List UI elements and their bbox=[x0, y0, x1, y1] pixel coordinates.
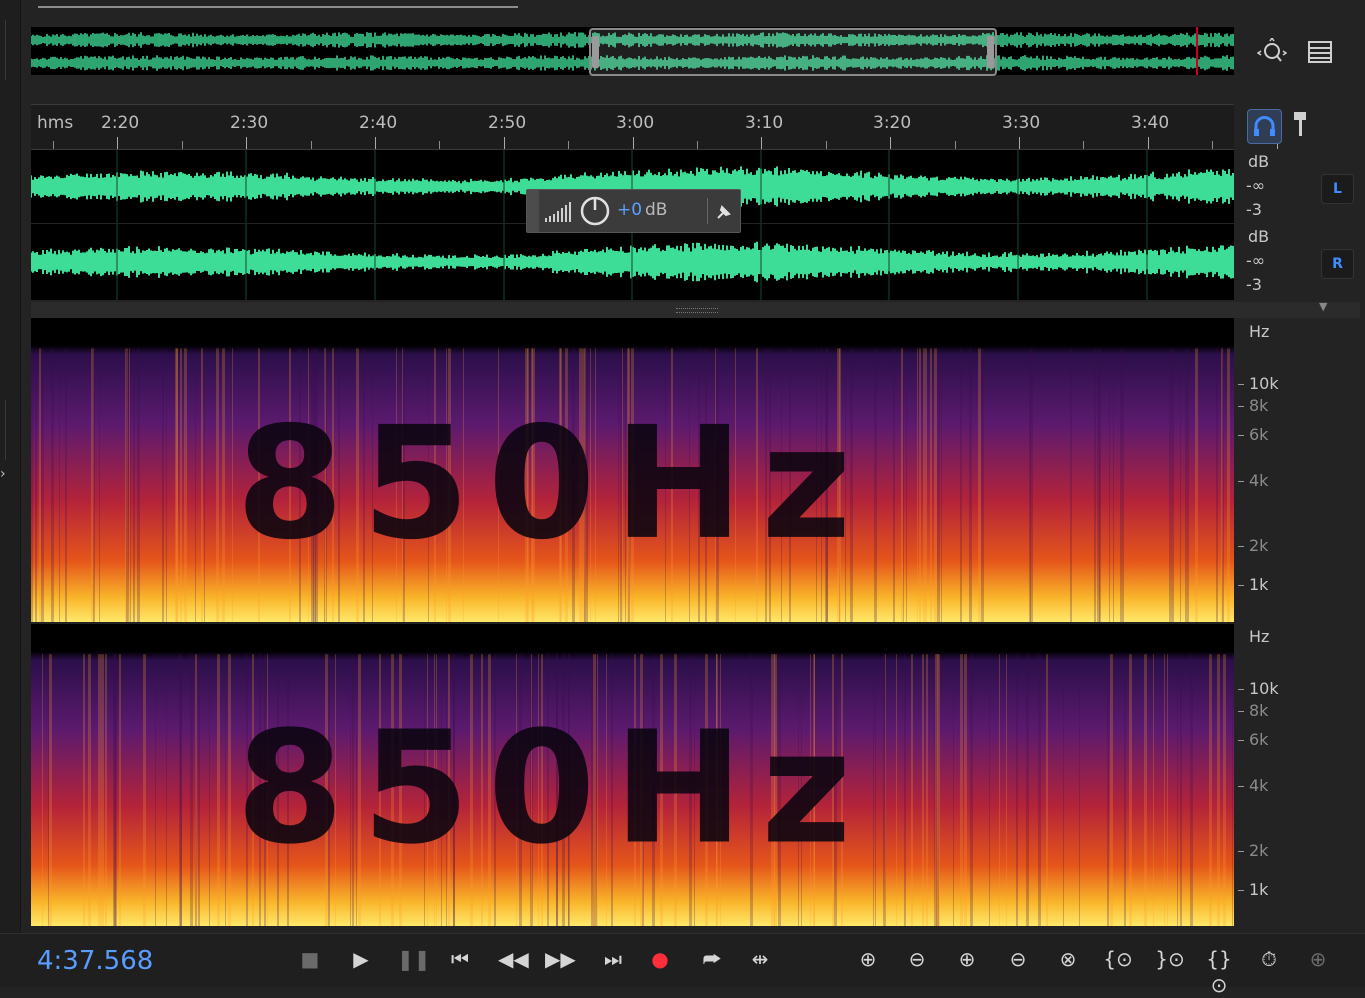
pause-icon[interactable]: ❚❚ bbox=[397, 946, 431, 972]
hz-label: 4k bbox=[1249, 471, 1269, 490]
ruler-tick-label: 2:50 bbox=[488, 113, 527, 133]
time-ruler[interactable]: hms 2:20 2:30 2:40 2:50 3:00 3:10 3:20 3… bbox=[31, 104, 1278, 150]
right-channel-toggle[interactable]: R bbox=[1321, 249, 1354, 279]
hz-label: 10k bbox=[1249, 679, 1279, 698]
ruler-tick-label: 3:20 bbox=[873, 113, 912, 133]
hz-label: 1k bbox=[1249, 880, 1269, 899]
hz-label: 1k bbox=[1249, 575, 1269, 594]
visible-range-selector[interactable] bbox=[589, 28, 997, 76]
left-spectrogram-graphic: 850Hz bbox=[31, 318, 1234, 622]
left-channel-toggle[interactable]: L bbox=[1321, 174, 1354, 204]
zoom-in-at-start-icon[interactable]: {⊙ bbox=[1103, 946, 1133, 972]
range-left-handle[interactable] bbox=[592, 36, 599, 68]
hz-label: 6k bbox=[1249, 730, 1269, 749]
zoom-to-playhead-icon[interactable]: ⏱ bbox=[1254, 946, 1284, 972]
panel-resize-divider[interactable]: ▼ bbox=[31, 300, 1360, 318]
hz-label: 2k bbox=[1249, 841, 1269, 860]
gain-unit: dB bbox=[645, 200, 668, 220]
stop-icon[interactable]: ■ bbox=[295, 946, 325, 972]
timecode-display[interactable]: 4:37.568 bbox=[37, 946, 153, 976]
go-to-end-icon[interactable]: ⏭ bbox=[598, 946, 628, 972]
right-spectrogram-graphic: 850Hz bbox=[31, 624, 1234, 926]
db-minus3-label: -3 bbox=[1246, 275, 1262, 294]
zoom-out-amplitude-icon[interactable]: ⊖ bbox=[902, 946, 932, 972]
db-inf-label: -∞ bbox=[1246, 176, 1266, 195]
gain-value[interactable]: +0 bbox=[617, 200, 642, 220]
right-waveform-graphic bbox=[31, 224, 1234, 300]
spectrogram-overlay-text: 850Hz bbox=[236, 697, 869, 878]
zoom-in-amplitude-icon[interactable]: ⊕ bbox=[853, 946, 883, 972]
overview-playhead bbox=[1196, 27, 1198, 75]
db-unit-label: dB bbox=[1248, 152, 1270, 171]
skip-selection-icon[interactable]: ⇹ bbox=[745, 946, 775, 972]
hz-unit-label: Hz bbox=[1249, 322, 1270, 341]
range-right-handle[interactable] bbox=[987, 36, 994, 68]
zoom-in-at-end-icon[interactable]: }⊙ bbox=[1155, 946, 1185, 972]
zoom-out-time-icon[interactable]: ⊖ bbox=[1003, 946, 1033, 972]
ruler-tick-label: 3:00 bbox=[616, 113, 655, 133]
zoom-to-selection-icon[interactable]: {}⊙ bbox=[1199, 946, 1239, 997]
fast-forward-icon[interactable]: ▶▶ bbox=[545, 946, 576, 972]
transport-bar: 4:37.568 ■ ▶ ❚❚ ⏮ ◀◀ ▶▶ ⏭ ● ⮫ ⇹ ⊕ ⊖ ⊕ ⊖ … bbox=[0, 933, 1365, 997]
ruler-tick-label: 2:20 bbox=[101, 113, 140, 133]
play-icon[interactable]: ▶ bbox=[346, 946, 376, 972]
zoom-selected-clip-icon[interactable]: ⊕ bbox=[1303, 946, 1333, 972]
hz-label: 10k bbox=[1249, 374, 1279, 393]
ruler-tick-label: 3:30 bbox=[1002, 113, 1041, 133]
hz-label: 2k bbox=[1249, 536, 1269, 555]
rewind-icon[interactable]: ◀◀ bbox=[498, 946, 529, 972]
left-panel-edge: › bbox=[0, 0, 21, 986]
overview-waveform[interactable] bbox=[31, 27, 1234, 76]
hud-drag-handle[interactable] bbox=[527, 190, 539, 232]
right-channel-waveform[interactable] bbox=[31, 224, 1234, 300]
hz-label: 8k bbox=[1249, 701, 1269, 720]
zoom-in-time-icon[interactable]: ⊕ bbox=[952, 946, 982, 972]
panel-menu-icon[interactable] bbox=[1305, 38, 1335, 72]
loop-playback-icon[interactable]: ⮫ bbox=[697, 946, 727, 972]
hz-label: 6k bbox=[1249, 425, 1269, 444]
go-to-start-icon[interactable]: ⏮ bbox=[445, 946, 475, 972]
ruler-tick-label: 3:10 bbox=[745, 113, 784, 133]
gain-hud[interactable]: +0 dB bbox=[526, 189, 741, 233]
ruler-tick-label: 2:30 bbox=[230, 113, 269, 133]
zoom-out-full-icon[interactable]: ⊗ bbox=[1053, 946, 1083, 972]
headphones-icon[interactable] bbox=[1247, 109, 1282, 144]
ruler-tick-label: 2:40 bbox=[359, 113, 398, 133]
ruler-tick-label: 3:40 bbox=[1131, 113, 1170, 133]
db-unit-label: dB bbox=[1248, 227, 1270, 246]
collapse-arrow-icon[interactable]: ▼ bbox=[1319, 300, 1327, 313]
left-spectral-display[interactable]: 850Hz bbox=[31, 318, 1234, 622]
hz-unit-label: Hz bbox=[1249, 627, 1270, 646]
level-meter-icon bbox=[545, 202, 571, 222]
record-icon[interactable]: ● bbox=[645, 946, 675, 972]
hz-label: 8k bbox=[1249, 396, 1269, 415]
db-inf-label: -∞ bbox=[1246, 251, 1266, 270]
gain-knob-icon[interactable] bbox=[579, 195, 611, 227]
db-minus3-label: -3 bbox=[1246, 200, 1262, 219]
zoom-navigator-icon[interactable] bbox=[1256, 36, 1288, 74]
hz-label: 4k bbox=[1249, 776, 1269, 795]
expand-panel-icon[interactable]: › bbox=[0, 466, 6, 482]
right-spectral-display[interactable]: 850Hz bbox=[31, 624, 1234, 926]
editor-tab-underline[interactable] bbox=[38, 6, 518, 8]
marker-pin-icon[interactable] bbox=[1290, 110, 1310, 146]
pin-icon[interactable] bbox=[715, 203, 733, 221]
ruler-unit-label: hms bbox=[37, 113, 74, 133]
spectrogram-overlay-text: 850Hz bbox=[236, 393, 869, 574]
